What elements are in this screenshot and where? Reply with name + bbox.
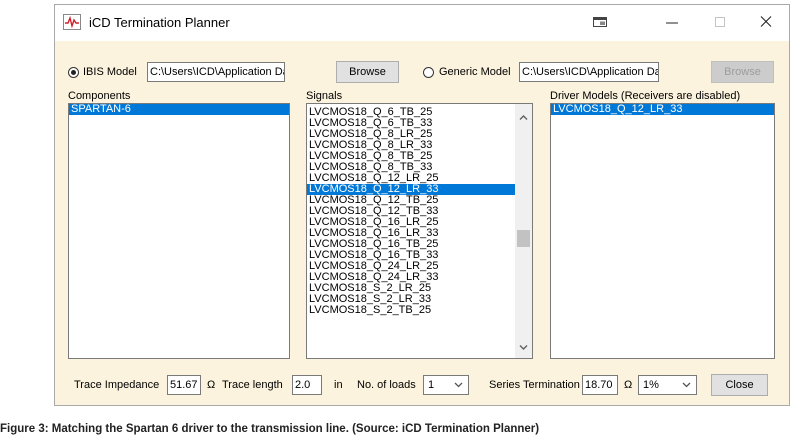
- close-icon: [760, 16, 772, 27]
- signal-item[interactable]: LVCMOS18_S_2_TB_25: [307, 305, 532, 316]
- window-title: iCD Termination Planner: [89, 15, 230, 30]
- drivers-header: Driver Models (Receivers are disabled): [550, 90, 741, 102]
- generic-browse-button[interactable]: Browse: [711, 61, 774, 83]
- loads-value: 1: [428, 379, 435, 391]
- signals-items: LVCMOS18_Q_6_TB_25 LVCMOS18_Q_6_TB_33 LVCM…: [307, 104, 532, 316]
- generic-path-field[interactable]: C:\Users\ICD\Application Data\ICD: [519, 62, 659, 82]
- series-termination-field[interactable]: 18.70: [582, 375, 618, 395]
- series-termination-unit: Ω: [624, 379, 633, 391]
- figure-caption: Figure 3: Matching the Spartan 6 driver …: [0, 423, 540, 435]
- trace-impedance-field[interactable]: 51.67: [167, 375, 201, 395]
- trace-length-field[interactable]: 2.0: [292, 375, 322, 395]
- components-list[interactable]: SPARTAN-6: [68, 103, 290, 359]
- components-header: Components: [68, 90, 131, 102]
- chevron-down-icon: [454, 382, 463, 388]
- ibis-path-field[interactable]: C:\Users\ICD\Application Data\ICD: [147, 62, 285, 82]
- generic-model-label: Generic Model: [439, 66, 511, 78]
- ibis-model-label: IBIS Model: [83, 66, 137, 78]
- trace-length-unit: in: [334, 379, 343, 391]
- maximize-icon: [715, 17, 725, 27]
- chevron-down-icon: [682, 382, 691, 388]
- minimize-button[interactable]: [651, 5, 695, 41]
- maximize-button[interactable]: [699, 5, 743, 41]
- scroll-down-icon[interactable]: [519, 344, 528, 351]
- trace-impedance-label: Trace Impedance: [74, 379, 160, 391]
- close-window-button[interactable]: [745, 5, 789, 41]
- dialog-client: IBIS Model C:\Users\ICD\Application Data…: [55, 41, 789, 405]
- component-item[interactable]: SPARTAN-6: [69, 104, 289, 115]
- tolerance-value: 1%: [643, 379, 659, 391]
- series-termination-label: Series Termination: [489, 379, 580, 391]
- signals-list[interactable]: LVCMOS18_Q_6_TB_25 LVCMOS18_Q_6_TB_33 LVCM…: [306, 103, 533, 359]
- title-bar[interactable]: iCD Termination Planner: [55, 5, 789, 41]
- signals-header: Signals: [306, 90, 343, 102]
- tolerance-dropdown[interactable]: 1%: [638, 375, 697, 395]
- loads-dropdown[interactable]: 1: [423, 375, 469, 395]
- ibis-browse-button[interactable]: Browse: [336, 61, 399, 83]
- signals-scrollbar[interactable]: [515, 104, 532, 358]
- radio-selected-dot: [71, 70, 76, 75]
- loads-label: No. of loads: [357, 379, 416, 391]
- minimize-icon: [666, 22, 678, 24]
- app-waveform-icon: [63, 14, 81, 30]
- scroll-thumb[interactable]: [517, 230, 530, 247]
- app-window: iCD Termination Planner IBIS Model C:\Us…: [54, 4, 790, 406]
- snap-button[interactable]: [579, 5, 623, 41]
- driver-model-item[interactable]: LVCMOS18_Q_12_LR_33: [551, 104, 774, 115]
- scroll-up-icon[interactable]: [519, 114, 528, 121]
- generic-model-radio[interactable]: [423, 67, 434, 78]
- ibis-model-radio[interactable]: [68, 67, 79, 78]
- trace-impedance-unit: Ω: [207, 379, 216, 391]
- snap-icon: [593, 17, 607, 27]
- driver-models-list[interactable]: LVCMOS18_Q_12_LR_33: [550, 103, 775, 359]
- trace-length-label: Trace length: [222, 379, 283, 391]
- close-button[interactable]: Close: [711, 374, 768, 396]
